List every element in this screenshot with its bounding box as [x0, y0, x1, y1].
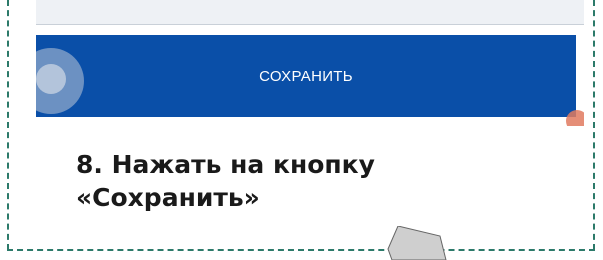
- screenshot-divider: [36, 24, 584, 25]
- step-instruction-line2: «Сохранить»: [76, 183, 260, 212]
- instruction-card: СОХРАНИТЬ 8. Нажать на кнопку «Сохранить…: [0, 0, 603, 260]
- screenshot-footer-strip: [36, 117, 584, 126]
- screenshot-crop: СОХРАНИТЬ: [36, 0, 584, 126]
- step-instruction-line1: 8. Нажать на кнопку: [76, 150, 375, 179]
- dashed-border-right: [593, 0, 595, 250]
- step-instruction: 8. Нажать на кнопку «Сохранить»: [76, 148, 556, 214]
- callout-tab-icon: [387, 226, 447, 260]
- save-button[interactable]: СОХРАНИТЬ: [36, 35, 576, 117]
- dashed-border-bottom: [7, 249, 595, 251]
- save-button-label: СОХРАНИТЬ: [259, 67, 353, 85]
- screenshot-header-strip: [36, 0, 584, 24]
- dashed-border-left: [7, 0, 9, 250]
- corner-accent-icon: [566, 110, 584, 126]
